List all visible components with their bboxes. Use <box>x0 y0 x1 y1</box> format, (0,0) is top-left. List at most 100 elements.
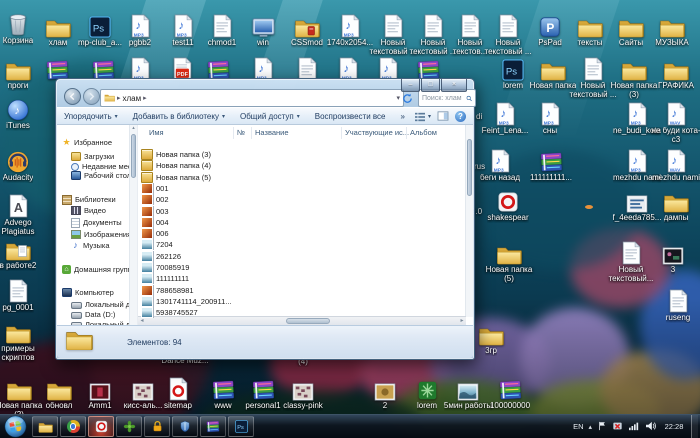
sidebar-scrollbar[interactable]: ▴ <box>129 125 137 325</box>
file-row[interactable]: 003 <box>141 206 463 217</box>
minimize-button[interactable]: – <box>401 79 420 92</box>
scrollbar-thumb[interactable] <box>467 139 472 196</box>
taskbar-button-opera[interactable] <box>88 416 114 437</box>
toolbar-button[interactable]: Общий доступ▾ <box>240 112 300 121</box>
sidebar-item[interactable]: Документы <box>57 217 129 228</box>
desktop-icon[interactable]: в работе2 <box>0 233 46 271</box>
file-row[interactable]: 1301741114_200911... <box>141 296 463 307</box>
column-header[interactable]: Имя <box>146 127 164 139</box>
breadcrumb-arrow-icon[interactable]: ▸ <box>143 94 147 102</box>
desktop-icon[interactable]: Audacity <box>0 145 46 183</box>
vertical-scrollbar[interactable] <box>465 125 473 317</box>
file-row[interactable]: 006 <box>141 228 463 239</box>
taskbar-button-photoshop[interactable]: Ps <box>228 416 254 437</box>
file-row[interactable]: Новая папка (3) <box>141 149 463 160</box>
desktop-icon[interactable]: AAdvego Plagiatus <box>0 190 46 237</box>
address-bar[interactable]: ▸ хлам ▸ ▾ <box>100 89 404 107</box>
desktop-icon[interactable]: ГРАФИКА <box>648 53 700 91</box>
action-center-flag-icon[interactable] <box>597 418 607 436</box>
file-row[interactable]: 004 <box>141 217 463 228</box>
column-header[interactable]: Название <box>251 127 289 139</box>
sidebar-item-label: Изображения <box>84 230 129 239</box>
desktop-icon[interactable]: примеры скриптов <box>0 316 46 363</box>
desktop-icon[interactable]: ♪iTunes <box>0 93 46 131</box>
taskbar-button-chrome[interactable] <box>60 416 86 437</box>
language-indicator[interactable]: EN <box>573 422 583 431</box>
desktop-icon[interactable]: 100000000 <box>482 373 538 411</box>
desktop-icon[interactable]: дампы <box>648 185 700 223</box>
file-row[interactable]: 002 <box>141 194 463 205</box>
desktop-icon[interactable]: ♪WAVне буди кота-c3 <box>648 98 700 145</box>
views-button[interactable]: ▾ <box>414 112 431 122</box>
desktop-icon-label: lorem <box>503 82 523 91</box>
toolbar-button[interactable]: Упорядочить▾ <box>64 112 118 121</box>
file-name: 111111111 <box>156 274 189 283</box>
toolbar-button[interactable]: Добавить в библиотеку▾ <box>133 112 225 121</box>
file-row[interactable]: 70085919 <box>141 262 463 273</box>
scroll-up-arrow[interactable]: ▴ <box>130 125 137 132</box>
desktop-icon[interactable]: shakespear <box>480 185 536 223</box>
explorer-icon <box>38 421 53 433</box>
sidebar-item[interactable]: Видео <box>57 205 129 216</box>
desktop-icon[interactable]: ruseng <box>650 285 700 323</box>
close-button[interactable]: × <box>441 79 467 92</box>
pictures-icon <box>71 230 81 239</box>
start-button[interactable] <box>4 415 27 438</box>
hidden-icons-arrow[interactable]: ▴ <box>588 423 592 431</box>
show-desktop-button[interactable] <box>691 415 698 438</box>
breadcrumb-folder[interactable]: хлам <box>123 94 142 103</box>
desktop-icon[interactable]: ♪WAVmezhdu nami <box>648 145 700 183</box>
desktop-icon[interactable]: ♪MP3сны <box>522 98 578 136</box>
scrollbar-thumb[interactable] <box>131 134 136 178</box>
desktop-icon-label: не буди кота-c3 <box>648 127 700 145</box>
desktop-icon[interactable]: 3 <box>645 237 700 275</box>
file-row[interactable]: 5938745527 <box>141 307 463 318</box>
taskbar-button-explorer[interactable] <box>32 416 58 437</box>
sidebar-item[interactable]: ★Избранное <box>57 137 129 148</box>
sidebar-item[interactable]: ♪Музыка <box>57 240 129 251</box>
column-header[interactable]: № <box>233 127 245 139</box>
column-header[interactable]: Альбом <box>406 127 437 139</box>
volume-icon[interactable] <box>645 418 657 436</box>
error-status-icon[interactable] <box>612 418 623 436</box>
taskbar-button-shield[interactable] <box>172 416 198 437</box>
desktop-icon[interactable]: Новая папка (5) <box>481 237 537 284</box>
desktop-icon[interactable]: classy-pink <box>275 373 331 411</box>
taskbar-button-lock[interactable] <box>144 416 170 437</box>
file-row[interactable]: Новая папка (5) <box>141 172 463 183</box>
taskbar-button-flower[interactable] <box>116 416 142 437</box>
file-row[interactable]: 111111111 <box>141 273 463 284</box>
clock[interactable]: 22:28 <box>662 422 686 431</box>
forward-button[interactable] <box>83 88 100 105</box>
scroll-right-arrow[interactable]: ▸ <box>458 317 466 325</box>
desktop-icon[interactable]: 111111111... <box>523 145 579 183</box>
file-row[interactable]: 001 <box>141 183 463 194</box>
desktop-icon-label: iTunes <box>6 122 30 131</box>
svg-text:P: P <box>546 21 554 35</box>
preview-pane-button[interactable] <box>437 111 449 123</box>
toolbar-button[interactable]: Воспроизвести все <box>315 112 386 121</box>
scrollbar-thumb[interactable] <box>286 318 330 324</box>
sidebar-item[interactable]: ⌂Домашняя группа <box>57 264 129 275</box>
desktop-icon[interactable]: pg_0001 <box>0 275 46 313</box>
sidebar-item[interactable]: Компьютер <box>57 287 129 298</box>
file-row[interactable]: 788658981 <box>141 285 463 296</box>
sidebar-item[interactable]: Рабочий стол <box>57 170 129 181</box>
file-row[interactable]: 262126 <box>141 251 463 262</box>
psd-icon: Ps <box>502 53 524 81</box>
chevron-down-icon: ▾ <box>297 113 300 120</box>
desktop-icon[interactable]: МУЗЫКА <box>644 10 700 48</box>
windows-logo-icon <box>4 415 27 438</box>
sidebar-item[interactable]: Библиотеки <box>57 194 129 205</box>
help-button[interactable]: ? <box>455 111 466 122</box>
scroll-left-arrow[interactable]: ◂ <box>138 317 146 325</box>
maximize-button[interactable]: □ <box>421 79 440 92</box>
back-button[interactable] <box>64 88 81 105</box>
sidebar-item[interactable]: Изображения <box>57 229 129 240</box>
toolbar-button[interactable]: » <box>401 112 405 121</box>
taskbar-button-winrar[interactable] <box>200 416 226 437</box>
network-icon[interactable] <box>628 418 640 436</box>
column-header[interactable]: Участвующие ис... <box>341 127 409 139</box>
file-row[interactable]: 7204 <box>141 239 463 250</box>
file-row[interactable]: Новая папка (4) <box>141 160 463 171</box>
